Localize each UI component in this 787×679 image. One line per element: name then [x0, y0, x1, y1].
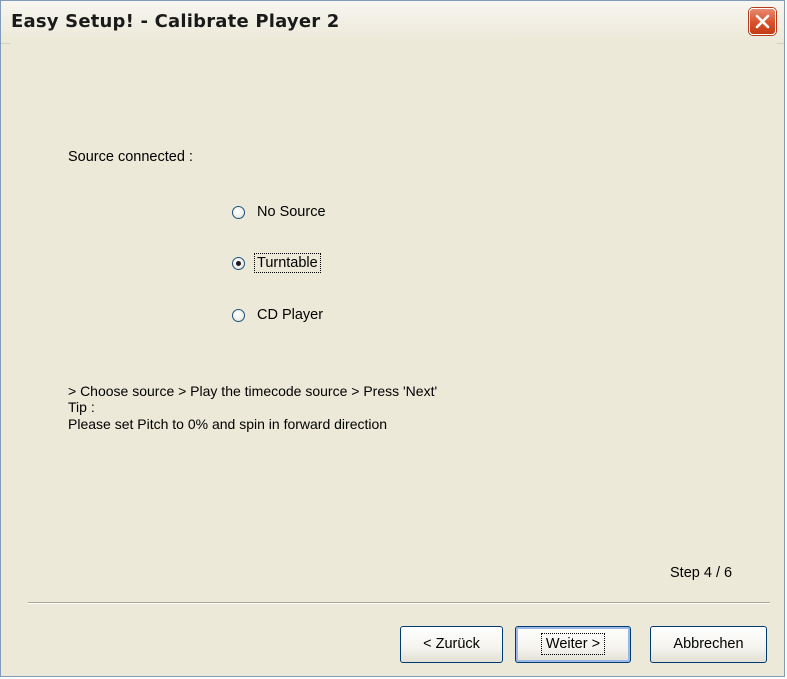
radio-circle-turntable[interactable]	[232, 256, 245, 270]
back-button[interactable]: < Zurück	[400, 626, 503, 663]
close-icon	[755, 14, 770, 29]
step-indicator: Step 4 / 6	[670, 565, 733, 581]
instruction-steps: > Choose source > Play the timecode sour…	[68, 383, 438, 399]
next-button[interactable]: Weiter >	[515, 626, 631, 663]
calibrate-dialog: Easy Setup! - Calibrate Player 2 Source …	[0, 0, 785, 677]
radio-circle-cd-player[interactable]	[232, 308, 245, 322]
dialog-body: Source connected : No Source Turntable C…	[10, 43, 777, 669]
close-button[interactable]	[749, 8, 776, 35]
tip-heading: Tip :	[68, 399, 95, 415]
source-connected-label: Source connected :	[68, 149, 193, 165]
radio-cd-player[interactable]: CD Player	[232, 304, 325, 326]
separator-line	[28, 602, 770, 604]
radio-no-source[interactable]: No Source	[232, 201, 328, 223]
radio-circle-no-source[interactable]	[232, 205, 245, 219]
cancel-button[interactable]: Abbrechen	[650, 626, 767, 663]
radio-label-cd-player[interactable]: CD Player	[255, 306, 325, 324]
radio-turntable[interactable]: Turntable	[232, 252, 321, 274]
tip-text: Please set Pitch to 0% and spin in forwa…	[68, 416, 388, 432]
next-button-label: Weiter >	[540, 633, 606, 655]
radio-label-turntable[interactable]: Turntable	[254, 253, 321, 273]
radio-label-no-source[interactable]: No Source	[255, 203, 328, 221]
title-bar[interactable]: Easy Setup! - Calibrate Player 2	[1, 1, 784, 44]
window-title: Easy Setup! - Calibrate Player 2	[11, 11, 340, 32]
